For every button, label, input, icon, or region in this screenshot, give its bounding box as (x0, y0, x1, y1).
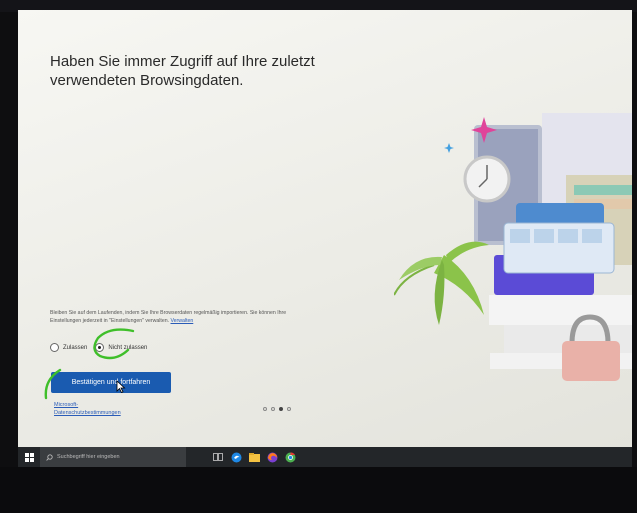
radio-deny[interactable]: Nicht zulassen (95, 343, 147, 352)
page-title: Haben Sie immer Zugriff auf Ihre zuletzt… (50, 53, 315, 89)
consent-radio-group: Zulassen Nicht zulassen (50, 343, 147, 352)
manage-link[interactable]: Verwalten (171, 318, 194, 324)
oobe-screen: Haben Sie immer Zugriff auf Ihre zuletzt… (18, 10, 632, 448)
page-dot (271, 407, 275, 411)
radio-allow-label: Zulassen (63, 344, 88, 351)
pinned-apps (212, 451, 296, 463)
description-text: Bleiben Sie auf dem Laufenden, indem Sie… (50, 310, 287, 324)
chrome-icon[interactable] (284, 451, 296, 463)
browsing-data-illustration (394, 113, 632, 381)
windows-taskbar: Suchbegriff hier eingeben (18, 447, 632, 467)
search-icon (46, 453, 53, 461)
file-explorer-icon[interactable] (248, 451, 260, 463)
radio-deny-circle[interactable] (95, 343, 105, 352)
firefox-icon[interactable] (266, 451, 278, 463)
windows-logo-icon (24, 452, 34, 462)
privacy-statement-link[interactable]: Microsoft-Datenschutzbestimmungen (54, 401, 144, 417)
page-indicator (263, 407, 291, 411)
page-dot (287, 407, 291, 411)
edge-icon[interactable] (230, 451, 242, 463)
start-button[interactable] (18, 447, 40, 467)
search-placeholder: Suchbegriff hier eingeben (57, 454, 120, 460)
monitor-bezel-bottom (0, 467, 637, 513)
radio-deny-label: Nicht zulassen (108, 344, 148, 351)
confirm-continue-button[interactable]: Bestätigen und fortfahren (51, 372, 171, 393)
taskbar-search-box[interactable]: Suchbegriff hier eingeben (40, 447, 186, 467)
radio-allow[interactable]: Zulassen (50, 343, 87, 352)
mouse-cursor-icon (116, 380, 126, 393)
page-dot-active (279, 407, 283, 411)
page-dot (263, 407, 267, 411)
radio-allow-circle[interactable] (50, 343, 59, 352)
task-view-icon[interactable] (212, 451, 224, 463)
